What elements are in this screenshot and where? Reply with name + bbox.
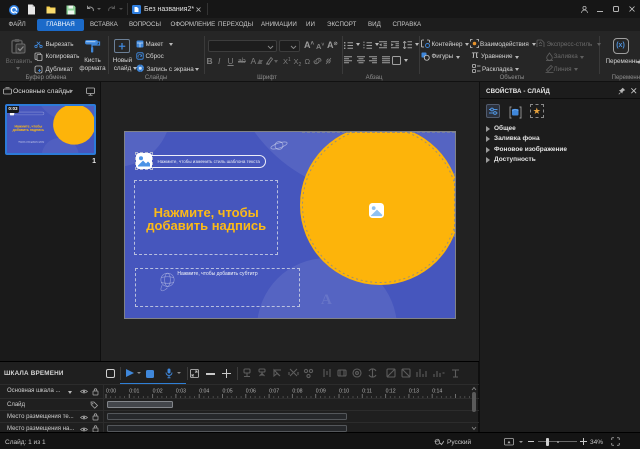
svg-text:0:07: 0:07: [269, 389, 279, 395]
svg-text:0:03: 0:03: [176, 389, 186, 395]
svg-text:0:06: 0:06: [246, 389, 256, 395]
svg-text:0:08: 0:08: [292, 389, 302, 395]
svg-text:0:02: 0:02: [153, 389, 163, 395]
svg-text:0:01: 0:01: [129, 389, 139, 395]
svg-text:0:00: 0:00: [106, 389, 116, 395]
svg-text:0:09: 0:09: [316, 389, 326, 395]
svg-text:0:12: 0:12: [386, 389, 396, 395]
svg-text:0:11: 0:11: [362, 389, 372, 395]
svg-text:0:04: 0:04: [199, 389, 209, 395]
svg-text:0:13: 0:13: [409, 389, 419, 395]
svg-text:0:10: 0:10: [339, 389, 349, 395]
svg-text:0:14: 0:14: [432, 389, 442, 395]
svg-text:0:05: 0:05: [223, 389, 233, 395]
